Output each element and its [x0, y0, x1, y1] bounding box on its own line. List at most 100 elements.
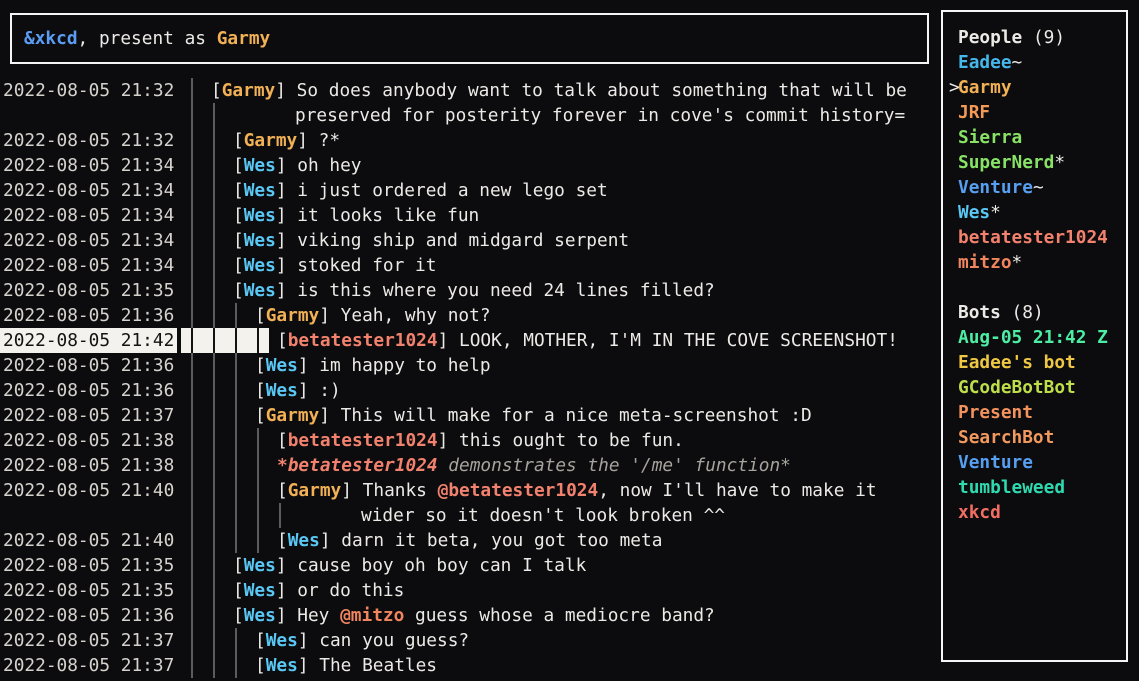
- timestamp: 2022-08-05 21:34: [0, 253, 177, 278]
- chat-row-continuation[interactable]: wider so it doesn't look broken ^^: [0, 503, 941, 528]
- bot-item[interactable]: Present: [958, 400, 1126, 425]
- thread-line: [247, 453, 269, 478]
- bot-item[interactable]: SearchBot: [958, 425, 1126, 450]
- person-item[interactable]: Eadee~: [958, 50, 1126, 75]
- chat-row[interactable]: 2022-08-05 21:37[Wes] can you guess?: [0, 628, 941, 653]
- message-text: [: [277, 480, 288, 501]
- indent-pad: [225, 153, 233, 178]
- status-suffix: *: [990, 202, 1001, 223]
- chat-row[interactable]: 2022-08-05 21:34[Wes] oh hey: [0, 153, 941, 178]
- bot-item[interactable]: Eadee's bot: [958, 350, 1126, 375]
- thread-separator-line: [181, 378, 203, 403]
- chat-row[interactable]: 2022-08-05 21:36[Wes] :): [0, 378, 941, 403]
- indent-pad: [225, 103, 233, 128]
- bot-name: GCodeBotBot: [958, 377, 1076, 398]
- indent-pad: [291, 503, 299, 528]
- indent-pad: [225, 278, 233, 303]
- nick: Garmy: [266, 405, 320, 426]
- chat-row[interactable]: 2022-08-05 21:35[Wes] cause boy oh boy c…: [0, 553, 941, 578]
- timestamp: [0, 503, 177, 528]
- message-text: [: [277, 530, 288, 551]
- message: [Wes] oh hey: [233, 153, 362, 178]
- thread-line: [225, 328, 247, 353]
- chat-row[interactable]: 2022-08-05 21:34[Wes] it looks like fun: [0, 203, 941, 228]
- message: [Wes] The Beatles: [255, 653, 437, 678]
- chat-row[interactable]: 2022-08-05 21:34 [Wes] stoked for it: [0, 253, 941, 278]
- chat-row[interactable]: 2022-08-05 21:37[Garmy] This will make f…: [0, 403, 941, 428]
- timestamp: 2022-08-05 21:42: [0, 328, 177, 353]
- message: [Garmy] ?*: [233, 128, 340, 153]
- chat-row[interactable]: 2022-08-05 21:34[Wes] i just ordered a n…: [0, 178, 941, 203]
- person-item[interactable]: Venture~: [958, 175, 1126, 200]
- bot-name: Venture: [958, 452, 1033, 473]
- nick: Wes: [244, 180, 276, 201]
- message: wider so it doesn't look broken ^^: [299, 503, 725, 528]
- chat-row[interactable]: 2022-08-05 21:37[Wes] The Beatles: [0, 653, 941, 678]
- message-text: [: [233, 555, 244, 576]
- timestamp: 2022-08-05 21:36: [0, 353, 177, 378]
- thread-line: [203, 328, 225, 353]
- message: preserved for posterity forever in cove'…: [233, 103, 905, 128]
- person-item[interactable]: >Garmy: [958, 75, 1126, 100]
- message-text: [: [277, 330, 288, 351]
- thread-line: [203, 378, 225, 403]
- bot-item[interactable]: Aug-05 21:42 Z: [958, 325, 1126, 350]
- person-item[interactable]: mitzo*: [958, 250, 1126, 275]
- message: [Wes] Hey @mitzo guess whose a mediocre …: [233, 603, 715, 628]
- timestamp: [0, 103, 177, 128]
- thread-separator-line: [181, 553, 203, 578]
- indent-pad: [225, 128, 233, 153]
- bot-item[interactable]: tumbleweed: [958, 475, 1126, 500]
- thread-line: [247, 328, 269, 353]
- chat-row-continuation[interactable]: preserved for posterity forever in cove'…: [0, 103, 941, 128]
- thread-separator-line: [181, 178, 203, 203]
- timestamp: 2022-08-05 21:32: [0, 78, 177, 103]
- person-item[interactable]: SuperNerd*: [958, 150, 1126, 175]
- person-item[interactable]: Sierra: [958, 125, 1126, 150]
- chat-row[interactable]: 2022-08-05 21:35[Wes] or do this: [0, 578, 941, 603]
- message: [Wes] im happy to help: [255, 353, 491, 378]
- nick: Wes: [244, 555, 276, 576]
- timestamp: 2022-08-05 21:40: [0, 528, 177, 553]
- nick: Garmy: [266, 305, 320, 326]
- thread-line: [203, 253, 225, 278]
- chat-row[interactable]: 2022-08-05 21:40[Garmy] Thanks @betatest…: [0, 478, 941, 503]
- current-nick: Garmy: [217, 28, 271, 49]
- channel-header: &xkcd, present as Garmy: [10, 13, 929, 64]
- timestamp: 2022-08-05 21:35: [0, 278, 177, 303]
- chat-row[interactable]: 2022-08-05 21:36[Wes] Hey @mitzo guess w…: [0, 603, 941, 628]
- message-text: [: [255, 355, 266, 376]
- bot-item[interactable]: GCodeBotBot: [958, 375, 1126, 400]
- bot-item[interactable]: xkcd: [958, 500, 1126, 525]
- person-item[interactable]: JRF: [958, 100, 1126, 125]
- chat-row[interactable]: 2022-08-05 21:38[betatester1024] this ou…: [0, 428, 941, 453]
- indent-pad: [269, 453, 277, 478]
- bot-item[interactable]: Venture: [958, 450, 1126, 475]
- header-text: , present as: [78, 28, 217, 49]
- chat-row[interactable]: 2022-08-05 21:32[Garmy] ?*: [0, 128, 941, 153]
- message-text: ] is this where you need 24 lines filled…: [276, 280, 715, 301]
- selected-marker: >: [949, 75, 960, 100]
- message: [Wes] i just ordered a new lego set: [233, 178, 608, 203]
- chat-row[interactable]: 2022-08-05 21:36[Garmy] Yeah, why not?: [0, 303, 941, 328]
- person-item[interactable]: Wes*: [958, 200, 1126, 225]
- thread-separator-line: [181, 203, 203, 228]
- chat-row[interactable]: 2022-08-05 21:38*betatester1024 demonstr…: [0, 453, 941, 478]
- message-text: ] cause boy oh boy can I talk: [276, 555, 586, 576]
- message: [Wes] stoked for it: [233, 253, 436, 278]
- bot-name: Eadee's bot: [958, 352, 1076, 373]
- person-item[interactable]: betatester1024: [958, 225, 1126, 250]
- message-text: [: [233, 205, 244, 226]
- chat-row[interactable]: 2022-08-05 21:42[betatester1024] LOOK, M…: [0, 328, 941, 353]
- thread-line: [203, 178, 225, 203]
- people-label: People: [958, 27, 1022, 48]
- chat-row[interactable]: 2022-08-05 21:32[Garmy] So does anybody …: [0, 78, 941, 103]
- action-nick: *betatester1024: [277, 455, 438, 476]
- chat-row[interactable]: 2022-08-05 21:34[Wes] viking ship and mi…: [0, 228, 941, 253]
- chat-row[interactable]: 2022-08-05 21:40[Wes] darn it beta, you …: [0, 528, 941, 553]
- message-text: [: [233, 580, 244, 601]
- chat-row[interactable]: 2022-08-05 21:36 [Wes] im happy to help: [0, 353, 941, 378]
- thread-line: [203, 553, 225, 578]
- chat-row[interactable]: 2022-08-05 21:35[Wes] is this where you …: [0, 278, 941, 303]
- thread-line: [203, 303, 225, 328]
